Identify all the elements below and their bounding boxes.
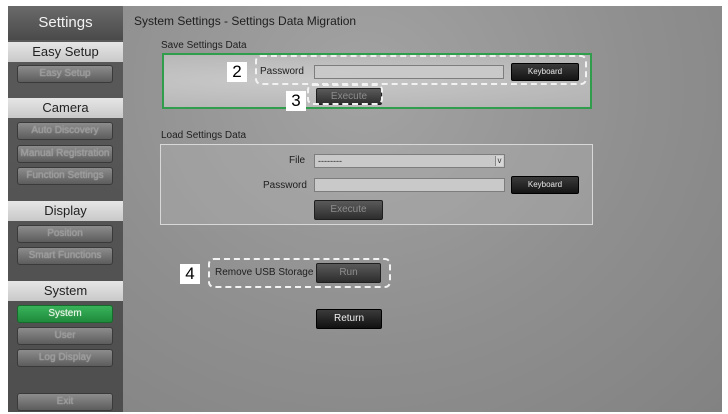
page-title: System Settings - Settings Data Migratio… — [134, 14, 357, 28]
callout-2-outline — [255, 55, 587, 85]
section-system: System — [8, 281, 123, 301]
smart-functions-button[interactable]: Smart Functions — [17, 247, 113, 265]
sidebar: Settings Easy Setup Easy Setup Camera Au… — [8, 6, 123, 412]
return-button[interactable]: Return — [316, 309, 382, 329]
load-password-input[interactable] — [314, 178, 505, 192]
file-dropdown-value: -------- — [318, 156, 342, 166]
main-panel: System Settings - Settings Data Migratio… — [123, 6, 722, 412]
file-label: File — [289, 155, 306, 166]
file-dropdown[interactable]: -------- v — [314, 154, 505, 168]
load-password-label: Password — [263, 180, 307, 191]
exit-button[interactable]: Exit — [17, 393, 113, 411]
load-settings-label: Load Settings Data — [161, 130, 247, 141]
section-easy-setup: Easy Setup — [8, 42, 123, 62]
callout-2-number: 2 — [227, 62, 247, 82]
auto-discovery-button[interactable]: Auto Discovery — [17, 122, 113, 140]
easy-setup-button[interactable]: Easy Setup — [17, 65, 113, 83]
section-display: Display — [8, 201, 123, 221]
log-display-button[interactable]: Log Display — [17, 349, 113, 367]
load-settings-group: File -------- v Password Keyboard Execut… — [160, 144, 593, 225]
section-camera: Camera — [8, 98, 123, 118]
manual-registration-button[interactable]: Manual Registration — [17, 145, 113, 163]
callout-3-outline — [307, 84, 383, 105]
load-execute-button[interactable]: Execute — [314, 200, 383, 220]
function-settings-button[interactable]: Function Settings — [17, 167, 113, 185]
sidebar-title: Settings — [8, 6, 123, 40]
system-button[interactable]: System — [17, 305, 113, 323]
load-keyboard-button[interactable]: Keyboard — [511, 176, 579, 194]
callout-4-outline — [208, 258, 391, 288]
callout-3-number: 3 — [286, 91, 306, 111]
callout-4-number: 4 — [180, 264, 200, 284]
chevron-down-icon: v — [495, 156, 503, 166]
save-settings-label: Save Settings Data — [161, 40, 247, 51]
user-button[interactable]: User — [17, 327, 113, 345]
position-button[interactable]: Position — [17, 225, 113, 243]
